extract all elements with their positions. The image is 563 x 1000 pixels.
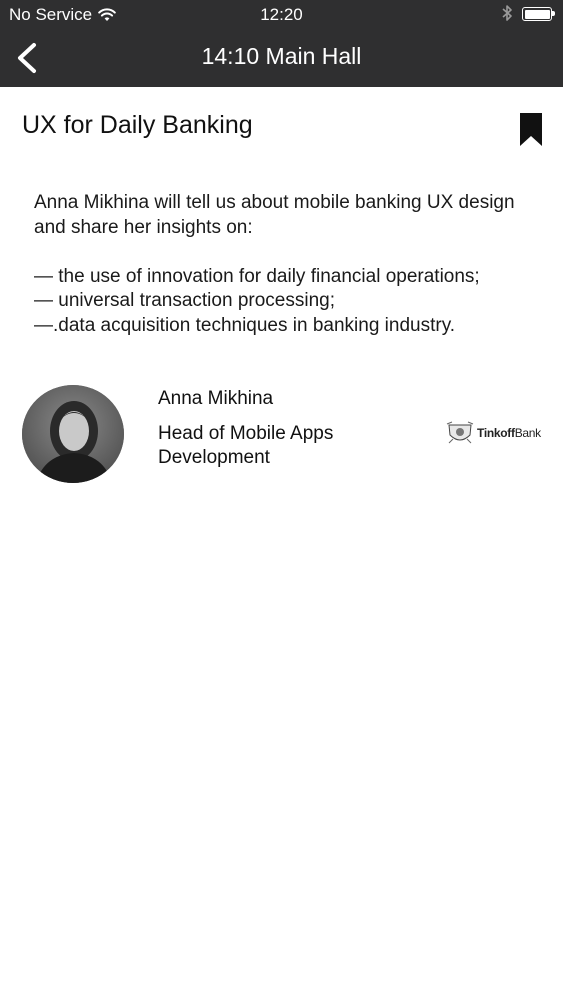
description-point: — the use of innovation for daily financ… (34, 265, 480, 287)
bookmark-button[interactable] (520, 113, 542, 146)
session-title: UX for Daily Banking (22, 111, 253, 139)
avatar (22, 385, 124, 483)
speaker-name: Anna Mikhina (158, 388, 274, 409)
tinkoff-emblem-icon (446, 421, 474, 444)
description-point: — universal transaction processing; (34, 290, 335, 311)
description-point: —.data acquisition techniques in banking… (34, 314, 456, 336)
company-name: TinkoffBank (477, 426, 541, 440)
company-logo: TinkoffBank (446, 421, 541, 445)
status-bar: No Service 12:20 (0, 0, 563, 30)
speaker-role: Head of Mobile Apps Development (158, 423, 334, 468)
speaker-card[interactable]: Anna Mikhina Head of Mobile Apps Develop… (0, 385, 563, 485)
bookmark-icon (520, 113, 542, 146)
battery-icon (522, 7, 555, 21)
page-title: 14:10 Main Hall (201, 43, 362, 69)
description-intro: Anna Mikhina will tell us about mobile b… (34, 192, 515, 238)
session-description: Anna Mikhina will tell us about mobile b… (34, 191, 534, 338)
status-time: 12:20 (260, 5, 303, 24)
speaker-photo (22, 385, 124, 483)
header: No Service 12:20 14:10 Main Hall (0, 0, 563, 87)
bluetooth-icon (502, 5, 512, 21)
nav-bar: 14:10 Main Hall (0, 30, 563, 87)
